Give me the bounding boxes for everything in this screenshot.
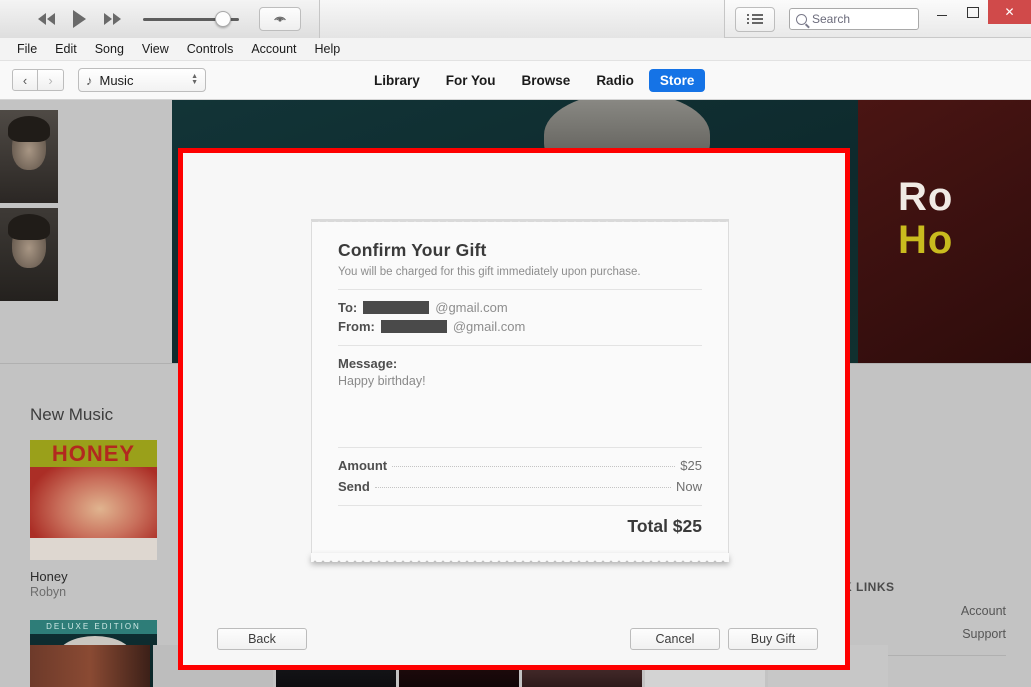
total-amount: Total $25 bbox=[627, 516, 702, 536]
window-controls: ✕ bbox=[926, 0, 1031, 24]
recipient-row: To: @gmail.com bbox=[338, 300, 702, 315]
recipient-redaction bbox=[363, 301, 430, 314]
background-thumb-2 bbox=[0, 208, 58, 301]
play-icon[interactable] bbox=[73, 10, 86, 28]
fast-forward-icon[interactable] bbox=[104, 13, 121, 25]
playback-controls bbox=[0, 0, 320, 38]
new-music-heading: New Music bbox=[30, 405, 114, 424]
menu-item-account[interactable]: Account bbox=[242, 40, 305, 58]
tab-library[interactable]: Library bbox=[363, 69, 431, 92]
media-source-label: Music bbox=[99, 72, 134, 88]
search-icon bbox=[796, 13, 807, 25]
search-placeholder: Search bbox=[812, 12, 851, 26]
promo-banner[interactable]: Ro Ho bbox=[858, 100, 1031, 363]
media-source-select[interactable]: ♪ Music ▲ ▼ bbox=[78, 68, 206, 92]
background-album-thumbs bbox=[0, 100, 172, 363]
message-label: Message: bbox=[338, 356, 398, 371]
receipt-divider-3 bbox=[338, 447, 702, 448]
volume-knob[interactable] bbox=[215, 11, 231, 27]
sender-value: @gmail.com bbox=[452, 319, 526, 334]
sender-row: From: @gmail.com bbox=[338, 319, 702, 334]
album-title[interactable]: Honey bbox=[30, 569, 68, 584]
album-cover-honey[interactable]: HONEY bbox=[30, 440, 157, 560]
tab-for-you[interactable]: For You bbox=[435, 69, 507, 92]
amount-label: Amount bbox=[338, 458, 388, 473]
promo-line-1: Ro bbox=[898, 175, 954, 219]
nav-back-button[interactable]: ‹ bbox=[12, 69, 38, 91]
buy-gift-button[interactable]: Buy Gift bbox=[728, 628, 818, 650]
recipient-label: To: bbox=[338, 300, 358, 315]
confirm-gift-dialog: Confirm Your Gift You will be charged fo… bbox=[183, 153, 845, 665]
menu-item-controls[interactable]: Controls bbox=[178, 40, 243, 58]
album-cover-text: HONEY bbox=[51, 441, 136, 466]
receipt-divider-2 bbox=[338, 345, 702, 346]
menu-item-file[interactable]: File bbox=[8, 40, 46, 58]
quick-link-account[interactable]: Account bbox=[961, 604, 1006, 618]
airplay-icon[interactable] bbox=[259, 7, 301, 31]
tab-browse[interactable]: Browse bbox=[511, 69, 582, 92]
menu-item-view[interactable]: View bbox=[133, 40, 178, 58]
receipt-divider-1 bbox=[338, 289, 702, 290]
amount-leader bbox=[392, 466, 676, 467]
navigation-bar: ‹ › ♪ Music ▲ ▼ Library For You Browse Ra… bbox=[0, 61, 1031, 100]
title-bar-right: Search ✕ bbox=[726, 0, 1031, 38]
music-note-icon: ♪ bbox=[86, 72, 93, 88]
send-leader bbox=[374, 487, 671, 488]
sender-redaction bbox=[380, 320, 447, 333]
receipt-body: Confirm Your Gift You will be charged fo… bbox=[311, 222, 729, 553]
receipt-divider-4 bbox=[338, 505, 702, 506]
send-row: Send Now bbox=[338, 479, 702, 494]
amount-value: $25 bbox=[680, 458, 702, 473]
volume-slider[interactable] bbox=[143, 10, 239, 28]
list-view-icon[interactable] bbox=[735, 6, 775, 32]
store-tabs: Library For You Browse Radio Store bbox=[363, 68, 706, 92]
maximize-button[interactable] bbox=[957, 0, 988, 24]
title-bar: Search ✕ bbox=[0, 0, 1031, 38]
dialog-title: Confirm Your Gift bbox=[338, 240, 487, 260]
search-input[interactable]: Search bbox=[789, 8, 919, 30]
rewind-icon[interactable] bbox=[38, 13, 55, 25]
sender-label: From: bbox=[338, 319, 375, 334]
minimize-button[interactable] bbox=[926, 0, 957, 24]
dialog-subtitle: You will be charged for this gift immedi… bbox=[338, 266, 641, 278]
gift-receipt: Confirm Your Gift You will be charged fo… bbox=[311, 215, 729, 562]
deluxe-edition-label: DELUXE EDITION bbox=[30, 620, 157, 634]
nav-forward-button[interactable]: › bbox=[38, 69, 64, 91]
quick-links-heading: K LINKS bbox=[843, 580, 895, 594]
tab-radio[interactable]: Radio bbox=[585, 69, 645, 92]
message-text: Happy birthday! bbox=[338, 374, 426, 388]
promo-line-2: Ho bbox=[898, 218, 954, 262]
itunes-window: Search ✕ File Edit Song View Controls Ac… bbox=[0, 0, 1031, 687]
menu-item-help[interactable]: Help bbox=[306, 40, 350, 58]
chevron-updown-icon: ▲ ▼ bbox=[191, 73, 198, 86]
amount-row: Amount $25 bbox=[338, 458, 702, 473]
receipt-bottom-edge bbox=[311, 553, 729, 562]
recipient-value: @gmail.com bbox=[435, 300, 508, 315]
send-value: Now bbox=[675, 479, 702, 494]
close-button[interactable]: ✕ bbox=[988, 0, 1031, 24]
menu-item-edit[interactable]: Edit bbox=[46, 40, 86, 58]
cancel-button[interactable]: Cancel bbox=[630, 628, 720, 650]
quick-link-support[interactable]: Support bbox=[962, 627, 1006, 641]
receipt-top-edge bbox=[311, 215, 729, 222]
confirm-gift-dialog-highlight: Confirm Your Gift You will be charged fo… bbox=[178, 148, 850, 670]
menu-bar: File Edit Song View Controls Account Hel… bbox=[0, 38, 1031, 61]
menu-item-song[interactable]: Song bbox=[86, 40, 133, 58]
strip-album-1[interactable] bbox=[30, 645, 150, 687]
back-button[interactable]: Back bbox=[217, 628, 307, 650]
background-thumb-1 bbox=[0, 110, 58, 203]
album-artist[interactable]: Robyn bbox=[30, 585, 66, 599]
tab-store[interactable]: Store bbox=[648, 68, 706, 92]
now-playing-area bbox=[320, 0, 843, 38]
send-label: Send bbox=[338, 479, 370, 494]
